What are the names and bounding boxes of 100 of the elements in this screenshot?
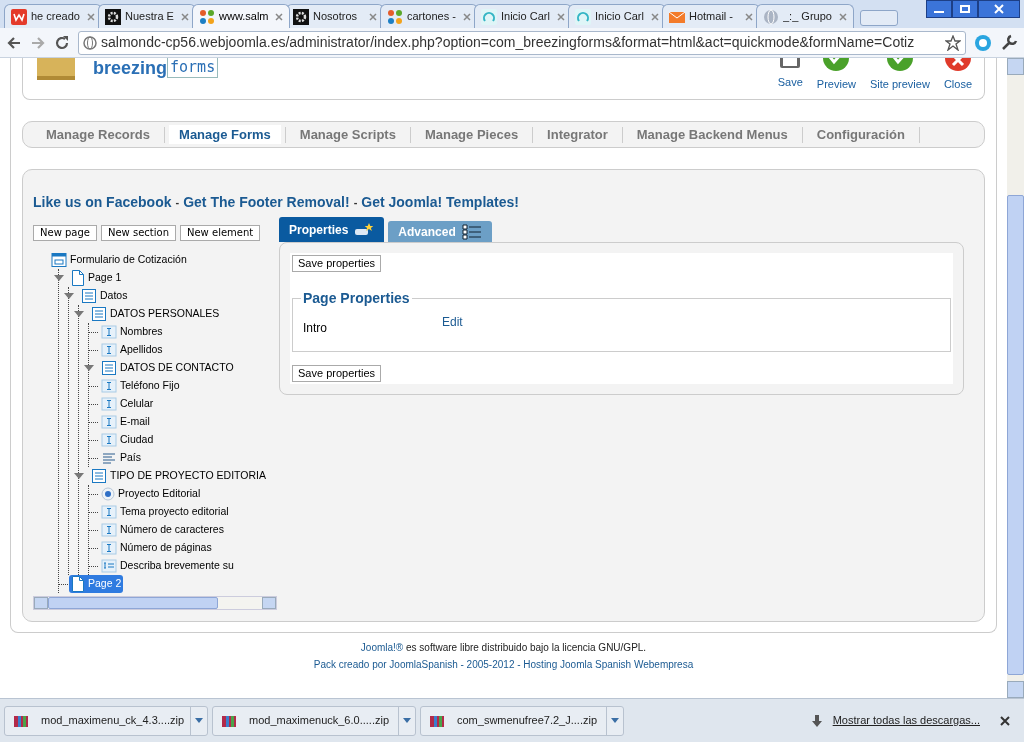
tree-item[interactable]: Ciudad [99,431,156,449]
browser-tab[interactable]: Hotmail - [662,4,760,28]
tree-item[interactable]: Número de páginas [99,539,214,557]
w-logo-icon [11,8,27,25]
page-icon [71,270,85,286]
download-arrow-icon [810,714,823,727]
toolbar-button[interactable]: Preview [816,58,856,93]
tree-item[interactable]: Formulario de Cotización [49,251,189,269]
star-icon [354,222,375,237]
toolbar-button[interactable]: Save [777,58,803,93]
text-field-icon [101,397,117,411]
tree-item[interactable]: Tema proyecto editorial [99,503,231,521]
promo-link[interactable]: Get The Footer Removal! [183,192,350,213]
promo-link[interactable]: Get Joomla! Templates! [361,192,519,213]
promo-link[interactable]: Like us on Facebook [33,192,172,213]
nav-tab[interactable]: Manage Scripts [289,124,406,145]
panel-tab[interactable]: Properties [279,217,385,242]
tree-item[interactable]: Datos [79,287,130,305]
separator: - [353,195,358,211]
save-properties-button[interactable]: Save properties [292,255,382,272]
tree-item[interactable]: Número de caracteres [99,521,226,539]
tree-item[interactable]: E-mail [99,413,152,431]
license-text: Joomla!® es software libre distribuido bajo la licencia GNU/GPL. [360,641,647,655]
list-icon [101,451,117,465]
tree-item[interactable]: Proyecto Editorial [99,485,203,503]
tree-item[interactable]: Describa brevemente su [99,557,236,575]
horizontal-scrollbar[interactable] [33,596,277,610]
tree-item[interactable]: Apellidos [99,341,165,359]
nav-tab[interactable]: Integrator [537,124,618,145]
expand-arrow-icon[interactable] [64,292,74,300]
tree-button[interactable]: New section [100,225,176,241]
tree-item[interactable]: TIPO DE PROYECTO EDITORIA [89,467,268,485]
section-icon [91,306,107,322]
text-field-icon [101,343,117,357]
tree-button[interactable]: New element [180,225,261,241]
property-label: Intro [303,320,328,337]
vertical-scrollbar[interactable] [1007,58,1024,698]
gear-icon [293,8,309,25]
tree-item[interactable]: DATOS PERSONALES [89,305,222,323]
download-item[interactable]: mod_maximenuck_6.0.....zip [212,705,416,736]
restore-button[interactable] [952,0,978,18]
nav-tab[interactable]: Manage Pieces [414,124,529,145]
tree-item[interactable]: País [99,449,143,467]
text-field-icon [101,505,117,519]
show-all-downloads-link[interactable]: Mostrar todas las descargas... [832,712,980,729]
tree-item[interactable]: Teléfono Fijo [99,377,182,395]
expand-arrow-icon[interactable] [54,274,64,282]
close-icon[interactable] [1000,715,1010,726]
text-field-icon [101,325,117,339]
nav-tab[interactable]: Manage Records [36,124,161,145]
tree-item[interactable]: Nombres [99,323,165,341]
tree-item[interactable]: Celular [99,395,156,413]
nav-tab[interactable]: Configuración [806,124,915,145]
reload-icon[interactable] [54,34,70,51]
nav-tab[interactable]: Manage Backend Menus [626,124,798,145]
browser-tab[interactable]: www.salm [192,4,290,28]
browser-tab[interactable]: cartones - [380,4,478,28]
swirl-icon [481,8,497,25]
separator: - [175,195,180,211]
globe-icon [83,35,97,50]
nav-tab[interactable]: Manage Forms [169,124,281,145]
tree-item[interactable]: Page 2 [69,575,124,593]
browser-tab[interactable]: Inicio Carl [474,4,572,28]
page-icon [71,576,85,592]
star-icon[interactable] [945,34,961,51]
toolbar-button[interactable]: Site preview [869,58,930,93]
text-field-icon [101,433,117,447]
download-item[interactable]: com_swmenufree7.2_J....zip [420,705,624,736]
expand-arrow-icon[interactable] [74,472,84,480]
text-field-icon [101,415,117,429]
wrench-icon[interactable] [1000,33,1018,52]
tree-button[interactable]: New page [33,225,97,241]
gear-icon [105,8,121,25]
section-icon [81,288,97,304]
caret-icon[interactable] [403,717,411,724]
textarea-icon [101,559,117,573]
form-icon [51,252,67,268]
tree-item[interactable]: DATOS DE CONTACTO [99,359,236,377]
close-window-button[interactable] [978,0,1020,18]
expand-arrow-icon[interactable] [74,310,84,318]
section-icon [101,360,117,376]
save-properties-button[interactable]: Save properties [292,365,382,382]
download-item[interactable]: mod_maximenu_ck_4.3....zip [4,705,208,736]
edit-link[interactable]: Edit [442,313,463,331]
close-icon [994,4,1004,14]
browser-tab[interactable]: _:_ Grupo [756,4,854,28]
text-field-icon [101,541,117,555]
expand-arrow-icon[interactable] [84,364,94,372]
joomla-link[interactable]: Joomla!® [360,642,404,653]
toolbar-button[interactable]: Close [943,58,972,93]
globe-icon [763,8,779,25]
credits-text: Pack creado por JoomlaSpanish - 2005-2012 - Hosting Joomla Spanish Webempresa [313,658,694,672]
caret-icon[interactable] [611,717,619,724]
radio-icon [101,487,115,501]
caret-icon[interactable] [195,717,203,724]
section-icon [91,468,107,484]
minimize-button[interactable] [926,0,952,18]
back-icon[interactable] [6,34,22,51]
tree-item[interactable]: Page 1 [69,269,124,287]
address-field[interactable]: salmondc-cp56.webjoomla.es/administrator/index.php?option=com_breezingforms&format=html&act=quickmode&formName=Cotiz [78,30,966,55]
